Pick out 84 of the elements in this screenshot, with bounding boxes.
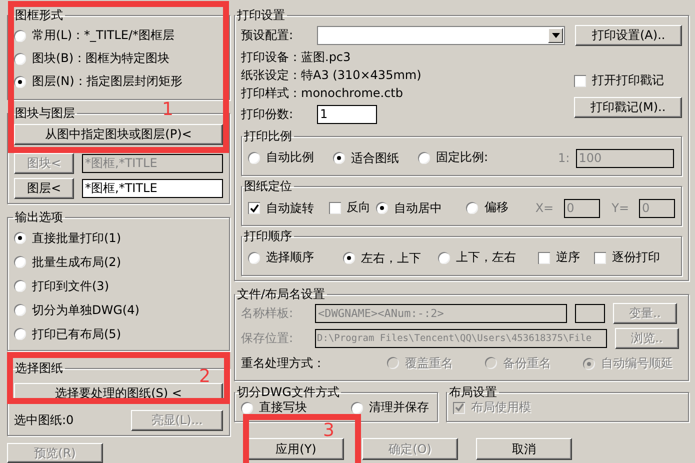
radio-button[interactable] bbox=[333, 152, 345, 164]
preset-dropdown[interactable] bbox=[316, 26, 566, 44]
radio-button[interactable] bbox=[418, 152, 430, 164]
group-title: 图纸定位 bbox=[243, 179, 293, 193]
print-setup-button[interactable]: 打印设置(A).. bbox=[575, 24, 682, 46]
group-title: 切分DWG文件方式 bbox=[236, 385, 340, 399]
radio-button[interactable] bbox=[14, 328, 26, 340]
radio-label: 上下，左右 bbox=[456, 249, 516, 266]
group-title: 文件/布局名设置 bbox=[236, 287, 326, 301]
ratio-label: 1: bbox=[558, 151, 570, 165]
radio-label: 自动编号顺延 bbox=[601, 355, 673, 372]
dialog-button[interactable]: 应用(Y) bbox=[248, 438, 344, 460]
radio-label: 偏移 bbox=[484, 199, 508, 216]
radio-label: 常用(L)：*_TITLE/*图框层 bbox=[32, 27, 175, 44]
radio-label: 图块(B)：图框为特定图块 bbox=[32, 50, 170, 67]
pick-button[interactable]: 从图中指定图块或图层(P)< bbox=[14, 124, 223, 145]
select-button[interactable]: 图层< bbox=[14, 178, 74, 199]
radio-button[interactable] bbox=[376, 202, 388, 214]
group-title: 打印比例 bbox=[243, 129, 293, 143]
info-text: 打印样式：monochrome.ctb bbox=[241, 85, 404, 102]
checkbox-label: 布局使用模 bbox=[471, 399, 531, 416]
text-field[interactable]: *图框,*TITLE bbox=[82, 179, 223, 198]
radio-button[interactable] bbox=[438, 252, 450, 264]
group-title: 选择图纸 bbox=[14, 361, 64, 375]
copies-label: 打印份数: bbox=[241, 106, 294, 122]
checkbox[interactable] bbox=[248, 202, 260, 214]
dialog-button[interactable]: 取消 bbox=[476, 438, 572, 460]
rename-label: 重名处理方式： bbox=[241, 355, 326, 372]
checkbox-label: 打开打印戳记 bbox=[592, 72, 664, 89]
radio-label: 固定比例: bbox=[436, 149, 488, 166]
checkbox[interactable] bbox=[328, 202, 341, 214]
radio-label: 切分为单独DWG(4) bbox=[32, 302, 140, 318]
checkbox[interactable] bbox=[594, 252, 606, 264]
group-title: 打印设置 bbox=[236, 8, 286, 22]
print-stamp-button[interactable]: 打印戳记(M).. bbox=[574, 97, 682, 118]
radio-button[interactable] bbox=[14, 52, 26, 64]
group-title: 打印顺序 bbox=[243, 229, 293, 243]
radio-button[interactable] bbox=[14, 304, 26, 316]
copies-field[interactable]: 1 bbox=[317, 104, 377, 124]
checkbox-label: 逐份打印 bbox=[612, 249, 660, 266]
save-location-label: 保存位置: bbox=[241, 330, 294, 347]
offset-label: X= bbox=[535, 201, 554, 215]
checkbox[interactable] bbox=[538, 252, 550, 264]
preset-label: 预设配置: bbox=[241, 26, 294, 44]
radio-label: 直接批量打印(1) bbox=[32, 230, 121, 246]
radio-button[interactable] bbox=[351, 402, 363, 414]
radio-button[interactable] bbox=[466, 202, 478, 214]
checkbox[interactable] bbox=[574, 74, 586, 86]
annotation-number: 3 bbox=[323, 420, 334, 441]
group-title: 输出选项 bbox=[14, 210, 64, 224]
offset-label: Y= bbox=[612, 201, 629, 215]
radio-label: 选择顺序 bbox=[266, 249, 314, 266]
radio-button[interactable] bbox=[14, 30, 26, 42]
radio-label: 打印已有布局(5) bbox=[32, 326, 121, 342]
radio-button[interactable] bbox=[14, 280, 26, 292]
radio-label: 清理并保存 bbox=[369, 399, 429, 416]
radio-button[interactable] bbox=[248, 252, 260, 264]
radio-label: 自动比例 bbox=[266, 149, 314, 166]
dropdown-arrow-icon[interactable] bbox=[552, 32, 560, 38]
template-label: 名称样板: bbox=[241, 305, 294, 322]
radio-button[interactable] bbox=[14, 232, 26, 244]
group-title: 图块与图层 bbox=[14, 106, 76, 120]
radio-button[interactable] bbox=[241, 402, 253, 414]
radio-label: 直接写块 bbox=[259, 399, 307, 416]
radio-label: 批量生成布局(2) bbox=[32, 254, 121, 270]
radio-label: 备份重名 bbox=[503, 354, 551, 372]
group-title: 布局设置 bbox=[448, 385, 498, 399]
radio-label: 左右，上下 bbox=[361, 250, 421, 267]
radio-label: 覆盖重名 bbox=[405, 354, 453, 372]
group-title: 图框形式 bbox=[14, 8, 64, 22]
checkbox-label: 自动旋转 bbox=[266, 200, 314, 216]
checkbox-label: 反向 bbox=[346, 199, 371, 216]
radio-label: 图层(N)：指定图层封闭矩形 bbox=[32, 73, 182, 90]
radio-button[interactable] bbox=[14, 76, 26, 88]
radio-label: 适合图纸 bbox=[351, 150, 399, 167]
radio-button[interactable] bbox=[343, 252, 355, 264]
radio-label: 自动居中 bbox=[394, 200, 442, 217]
radio-button[interactable] bbox=[248, 152, 260, 164]
radio-button[interactable] bbox=[14, 256, 26, 268]
info-text: 打印设备：蓝图.pc3 bbox=[241, 49, 352, 66]
info-text: 纸张设定：特A3 (310×435mm) bbox=[241, 67, 422, 84]
radio-label: 打印到文件(3) bbox=[32, 278, 109, 294]
selected-count: 选中图纸:0 bbox=[14, 412, 74, 429]
checkbox-label: 逆序 bbox=[556, 249, 580, 266]
